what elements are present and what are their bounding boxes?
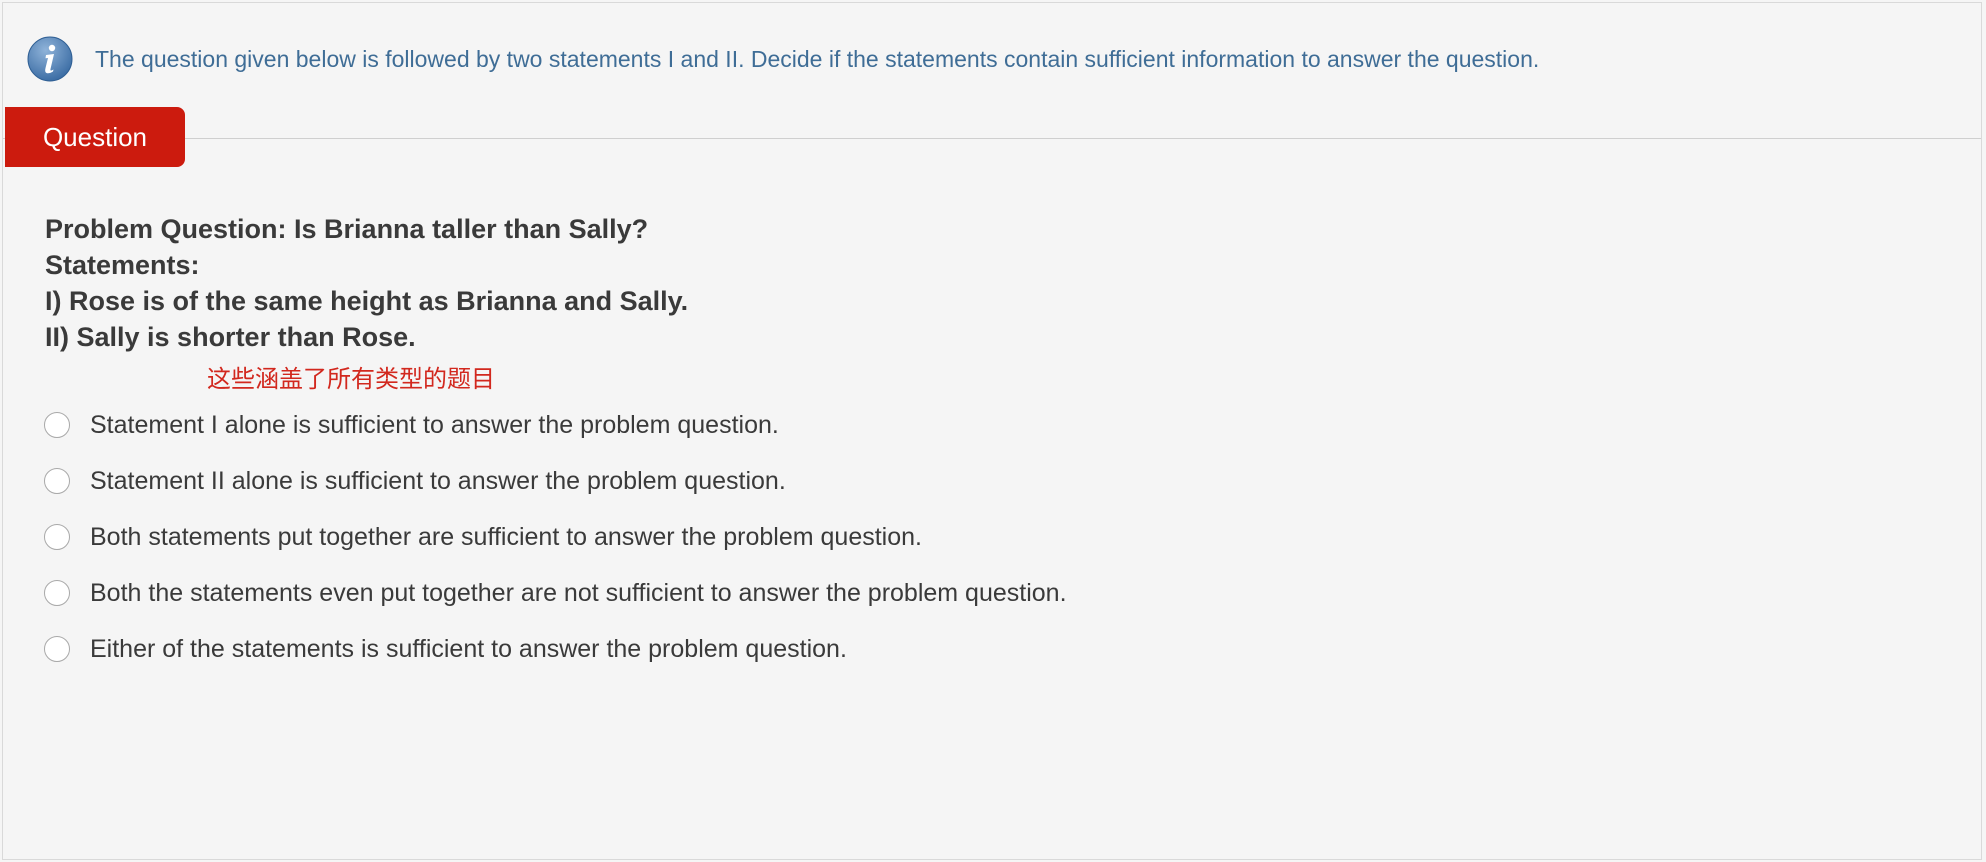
answer-option[interactable]: Both statements put together are suffici…	[44, 509, 1067, 565]
instruction-bar: The question given below is followed by …	[27, 36, 1539, 82]
tab-divider	[3, 138, 1981, 139]
radio-button[interactable]	[44, 636, 70, 662]
radio-button[interactable]	[44, 580, 70, 606]
option-label[interactable]: Statement I alone is sufficient to answe…	[90, 411, 779, 440]
info-icon	[27, 36, 73, 82]
answer-option[interactable]: Either of the statements is sufficient t…	[44, 621, 1067, 677]
radio-button[interactable]	[44, 468, 70, 494]
problem-question: Problem Question: Is Brianna taller than…	[45, 214, 649, 244]
option-label[interactable]: Statement II alone is sufficient to answ…	[90, 467, 786, 496]
annotation-text: 这些涵盖了所有类型的题目	[207, 365, 495, 393]
option-label[interactable]: Both the statements even put together ar…	[90, 579, 1067, 608]
problem-block: Problem Question: Is Brianna taller than…	[45, 211, 688, 355]
tab-row: Question	[3, 107, 1981, 167]
statements-heading: Statements:	[45, 250, 200, 280]
statement-1: I) Rose is of the same height as Brianna…	[45, 286, 689, 316]
option-label[interactable]: Both statements put together are suffici…	[90, 523, 922, 552]
tab-question[interactable]: Question	[5, 107, 185, 167]
statement-2: II) Sally is shorter than Rose.	[45, 322, 416, 352]
answer-option[interactable]: Statement II alone is sufficient to answ…	[44, 453, 1067, 509]
instruction-text: The question given below is followed by …	[95, 45, 1540, 72]
answer-options: Statement I alone is sufficient to answe…	[44, 397, 1067, 677]
radio-button[interactable]	[44, 524, 70, 550]
question-panel: The question given below is followed by …	[2, 2, 1982, 860]
answer-option[interactable]: Both the statements even put together ar…	[44, 565, 1067, 621]
radio-button[interactable]	[44, 412, 70, 438]
answer-option[interactable]: Statement I alone is sufficient to answe…	[44, 397, 1067, 453]
option-label[interactable]: Either of the statements is sufficient t…	[90, 635, 847, 664]
